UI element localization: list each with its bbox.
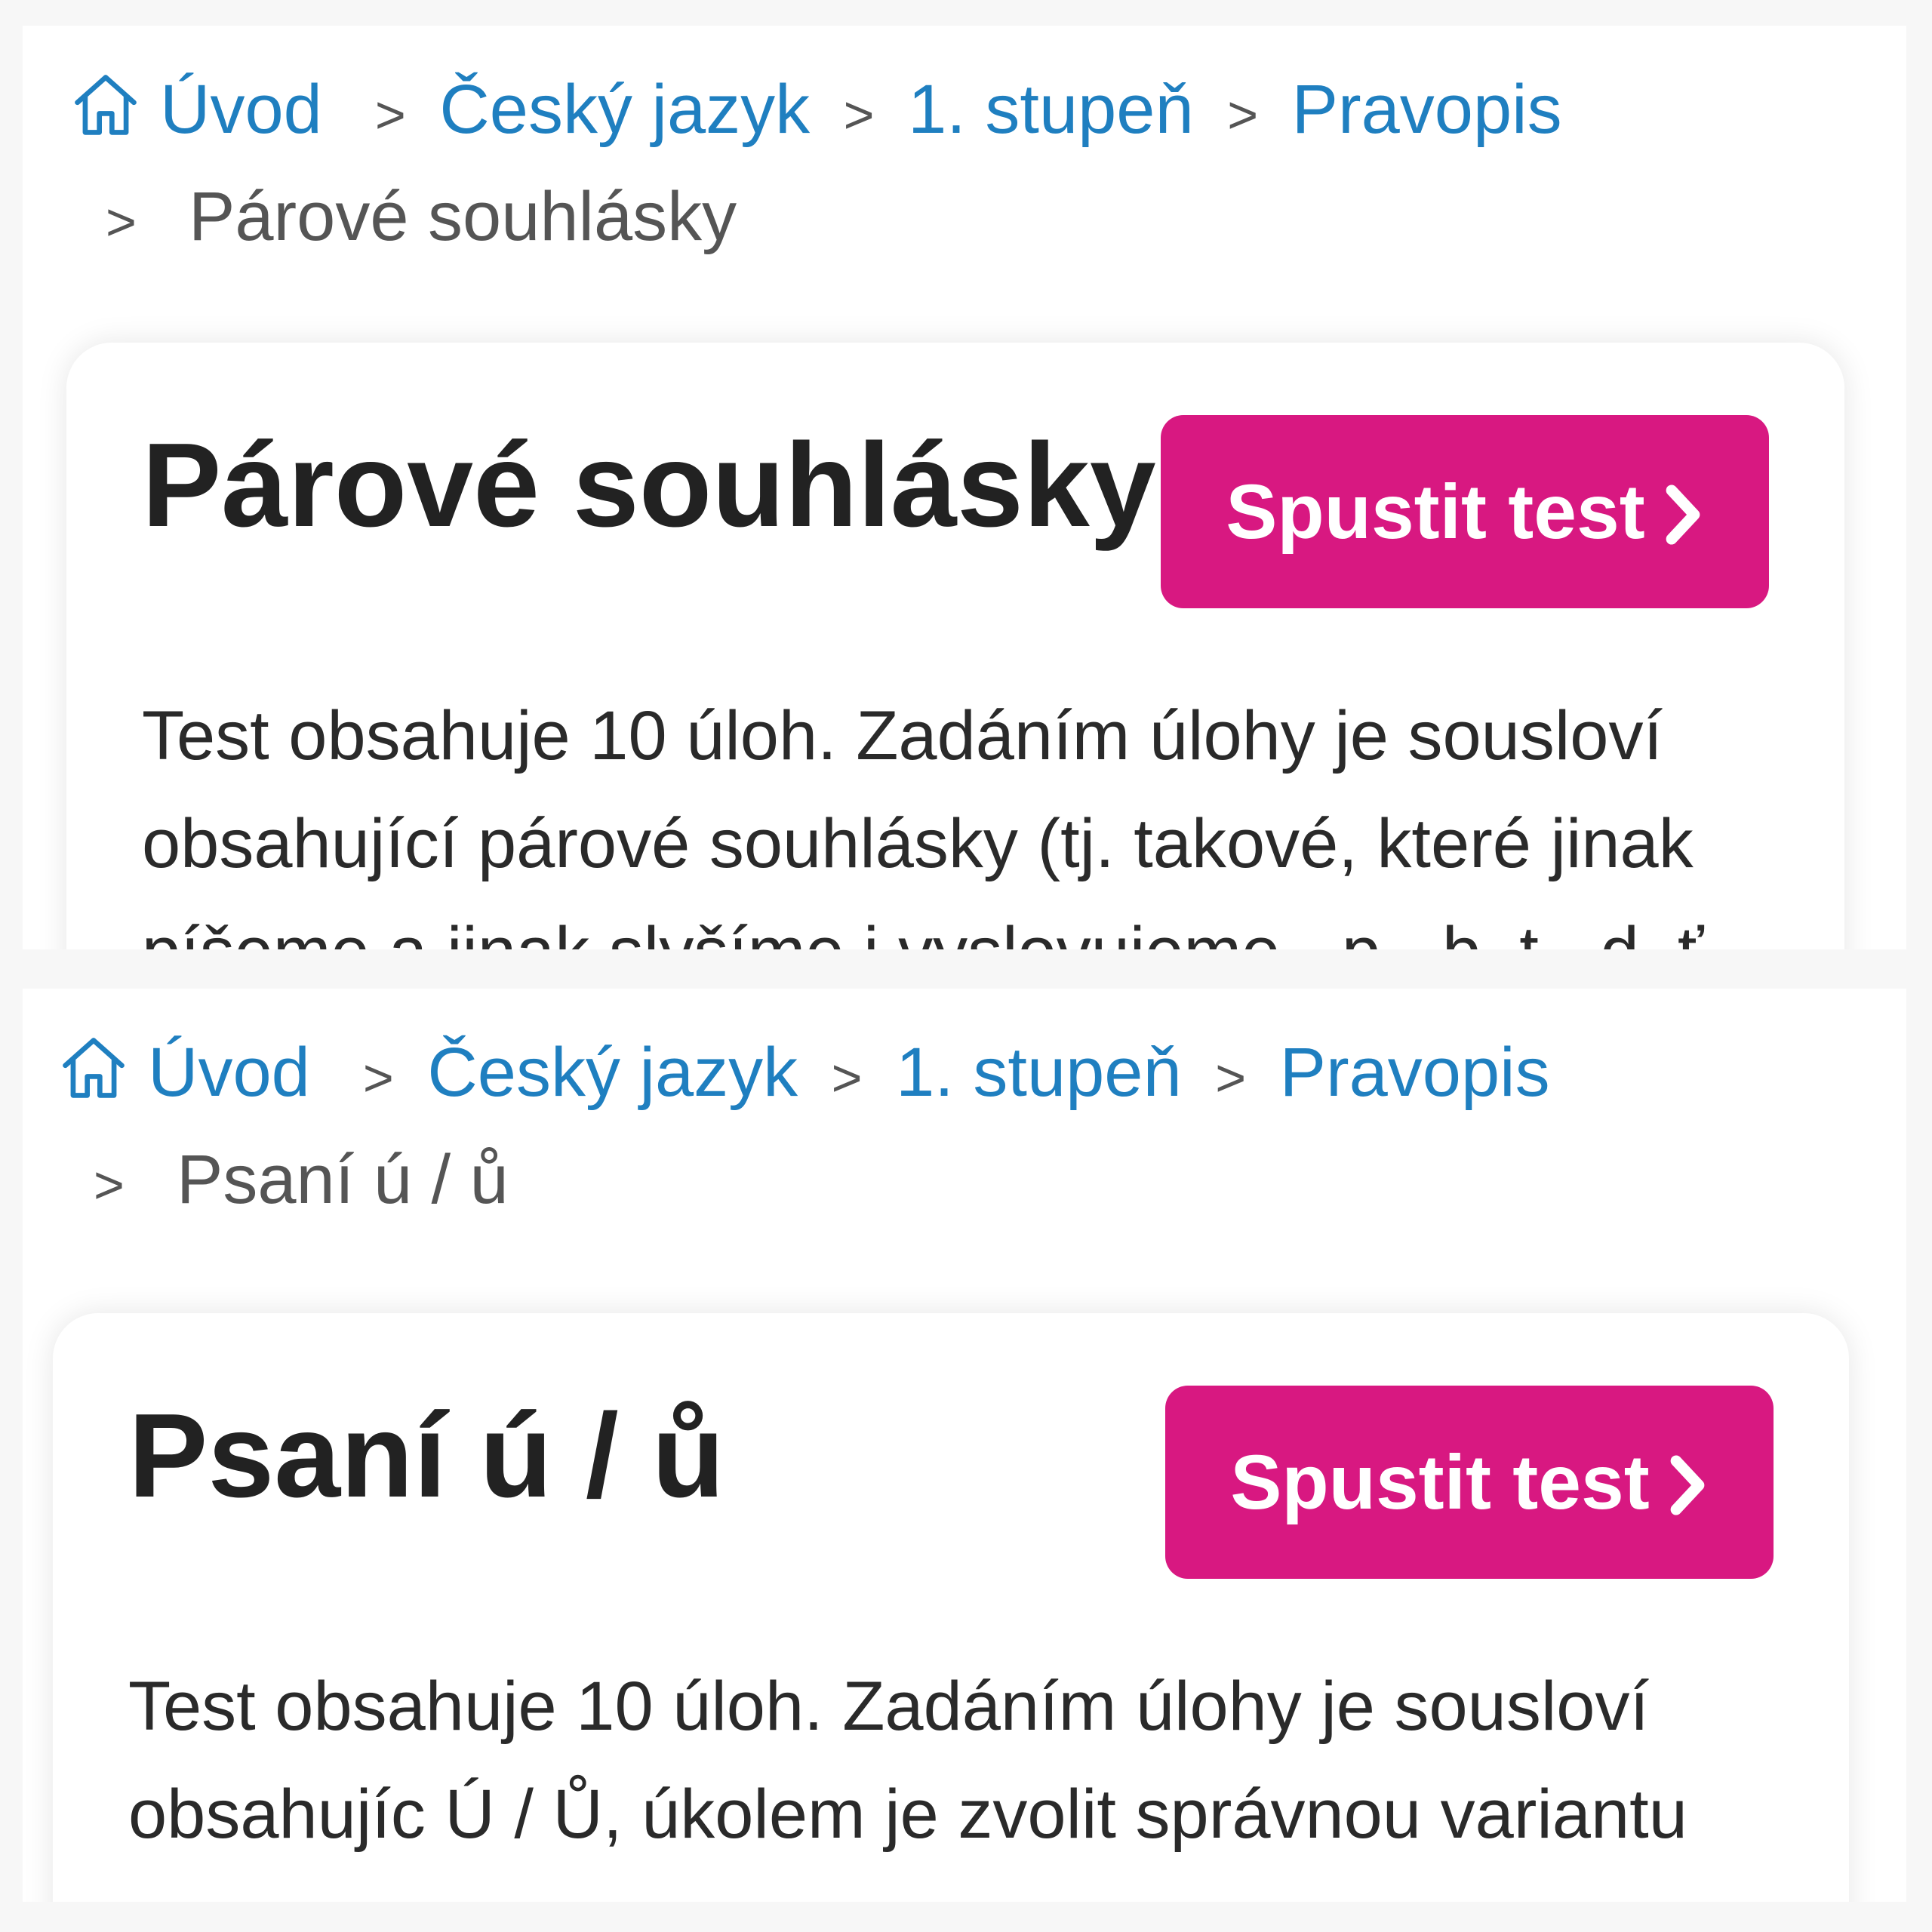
chevron-right-icon <box>1670 1455 1705 1515</box>
screenshot-panel-1: Úvod > Český jazyk >1. stupeň > Pravopis > Pá… <box>23 26 1906 949</box>
breadcrumb-home-link[interactable]: Úvod <box>68 71 341 148</box>
breadcrumb-item-pravopis[interactable]: Pravopis <box>1280 1034 1550 1111</box>
breadcrumb-separator: > <box>94 1155 125 1214</box>
card-title: Párové souhlásky <box>142 419 1156 552</box>
start-test-label: Spustit test <box>1226 469 1645 555</box>
breadcrumb-item-cesky-jazyk[interactable]: Český jazyk <box>439 71 810 148</box>
breadcrumb-current: Párové souhlásky <box>189 178 737 255</box>
home-icon <box>75 75 137 135</box>
breadcrumb-separator: > <box>843 85 875 144</box>
breadcrumb-item-1-stupen[interactable]: 1. stupeň <box>896 1034 1182 1111</box>
card-title: Psaní ú / ů <box>128 1389 725 1522</box>
start-test-button[interactable]: Spustit test <box>1165 1386 1774 1579</box>
chevron-right-icon <box>1666 485 1700 545</box>
breadcrumb-home-label: Úvod <box>160 71 322 148</box>
breadcrumb-item-cesky-jazyk[interactable]: Český jazyk <box>427 1034 798 1111</box>
breadcrumb-item-pravopis[interactable]: Pravopis <box>1292 71 1562 148</box>
breadcrumb-separator: > <box>1227 85 1259 144</box>
card-description: Test obsahuje 10 úloh. Zadáním úlohy je … <box>128 1668 1687 1853</box>
breadcrumb-home-label: Úvod <box>148 1034 310 1111</box>
start-test-button[interactable]: Spustit test <box>1161 415 1769 608</box>
test-card: Psaní ú / ů Spustit test Test obsahuje 1… <box>53 1313 1849 1902</box>
breadcrumb-current: Psaní ú / ů <box>177 1141 509 1218</box>
breadcrumb-row-2: > Psaní ú / ů <box>56 1126 1861 1233</box>
start-test-label: Spustit test <box>1230 1439 1650 1525</box>
breadcrumb-row-2: > Párové souhlásky <box>68 163 1861 270</box>
screenshot-panel-2: Úvod > Český jazyk >1. stupeň > Pravopis > Ps… <box>23 989 1906 1902</box>
breadcrumb-home-link[interactable]: Úvod <box>56 1034 329 1111</box>
breadcrumb-separator: > <box>106 192 137 251</box>
card-description: Test obsahuje 10 úloh. Zadáním úlohy je … <box>142 697 1703 949</box>
breadcrumb-item-1-stupen[interactable]: 1. stupeň <box>908 71 1194 148</box>
breadcrumb: Úvod > Český jazyk >1. stupeň > Pravopis > Pá… <box>68 56 1861 270</box>
breadcrumb-separator: > <box>374 85 406 144</box>
breadcrumb-separator: > <box>831 1048 863 1107</box>
breadcrumb-separator: > <box>1215 1048 1247 1107</box>
breadcrumb-separator: > <box>362 1048 394 1107</box>
breadcrumb: Úvod > Český jazyk >1. stupeň > Pravopis > Ps… <box>56 1019 1861 1233</box>
breadcrumb-row-1: Úvod > Český jazyk >1. stupeň > Pravopis <box>68 56 1861 163</box>
test-card: Párové souhlásky Spustit test Test obsah… <box>66 343 1844 949</box>
home-icon <box>63 1038 125 1098</box>
breadcrumb-row-1: Úvod > Český jazyk >1. stupeň > Pravopis <box>56 1019 1861 1126</box>
